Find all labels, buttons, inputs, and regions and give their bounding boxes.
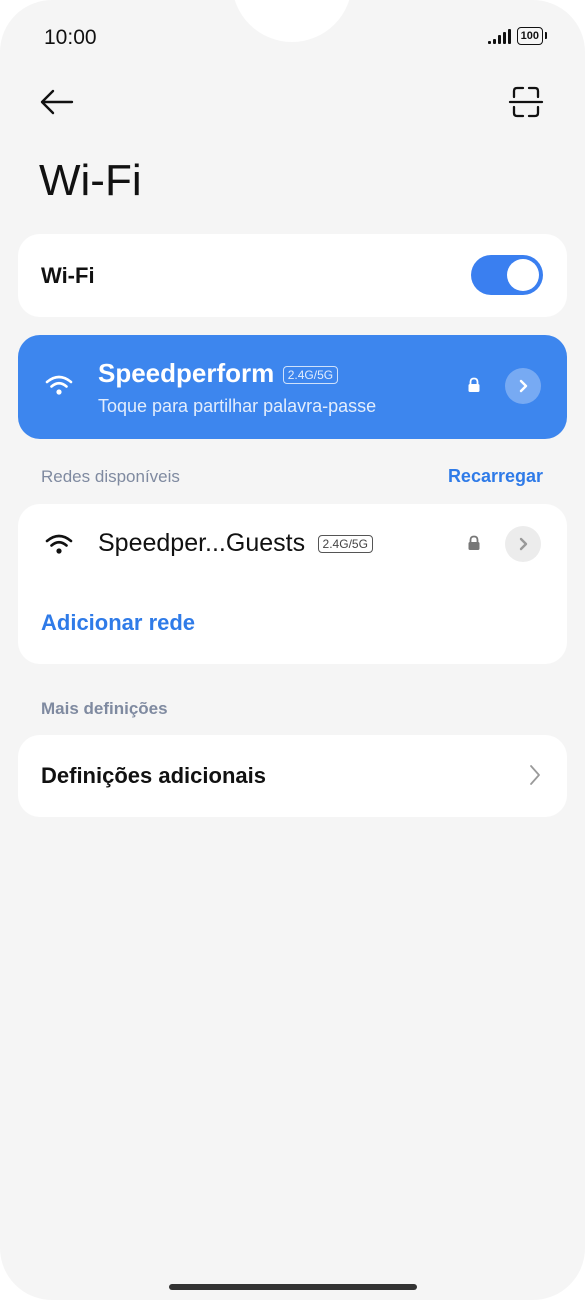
signal-icon <box>487 28 511 44</box>
back-arrow-icon <box>40 89 74 115</box>
wifi-icon <box>45 375 73 395</box>
additional-settings-item[interactable]: Definições adicionais <box>18 735 567 817</box>
refresh-button[interactable]: Recarregar <box>448 466 543 487</box>
network-name-row: Speedper...Guests 2.4G/5G <box>98 529 373 558</box>
connected-network-card[interactable]: Speedperform 2.4G/5G Toque para partilha… <box>18 335 567 439</box>
wifi-toggle-switch[interactable] <box>471 255 543 295</box>
lock-icon <box>468 535 480 550</box>
status-icons: 100 <box>487 27 548 45</box>
camera-notch <box>232 0 352 42</box>
available-networks-header: Redes disponíveis <box>41 467 180 486</box>
available-networks-card: Speedper...Guests 2.4G/5G Adicionar rede <box>18 504 567 664</box>
wifi-icon <box>45 534 73 554</box>
scan-qr-button[interactable] <box>504 82 548 122</box>
chevron-right-icon <box>530 765 540 785</box>
band-badge: 2.4G/5G <box>317 534 373 553</box>
connected-network-name: Speedperform <box>98 358 275 388</box>
chevron-right-icon <box>519 537 528 551</box>
page-title: Wi-Fi <box>39 156 142 205</box>
battery-icon: 100 <box>516 27 548 45</box>
connected-network-subtitle: Toque para partilhar palavra-passe <box>98 396 377 416</box>
lock-icon <box>468 377 480 392</box>
additional-settings-label: Definições adicionais <box>41 763 266 788</box>
network-list-item[interactable]: Speedper...Guests 2.4G/5G <box>18 504 567 586</box>
phone-screen: 10:00 100 Wi-Fi Wi-Fi Speedperform 2.4G/… <box>0 0 585 1300</box>
chevron-right-icon <box>519 379 528 393</box>
connected-network-details-button[interactable] <box>505 368 541 404</box>
home-indicator[interactable] <box>169 1284 417 1290</box>
connected-network-name-row: Speedperform 2.4G/5G <box>98 358 339 389</box>
wifi-toggle-card: Wi-Fi <box>18 234 567 317</box>
toggle-knob <box>507 259 539 291</box>
network-name: Speedper...Guests <box>98 529 306 557</box>
band-badge: 2.4G/5G <box>282 365 339 384</box>
wifi-toggle-label: Wi-Fi <box>41 263 95 288</box>
network-details-button[interactable] <box>505 526 541 562</box>
status-time: 10:00 <box>44 26 97 49</box>
add-network-button[interactable]: Adicionar rede <box>41 610 195 636</box>
scan-icon <box>508 86 544 118</box>
more-settings-header: Mais definições <box>41 699 168 718</box>
back-button[interactable] <box>36 82 80 122</box>
